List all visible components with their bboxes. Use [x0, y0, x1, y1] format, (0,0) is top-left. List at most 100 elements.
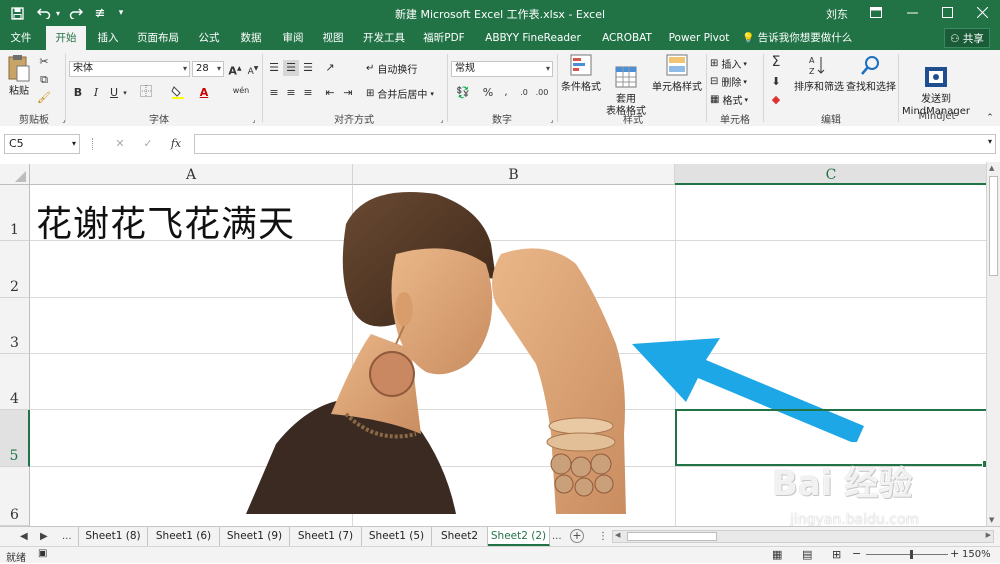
vertical-scrollbar[interactable]: ▲ ▼	[986, 162, 1000, 526]
sheet-tab[interactable]: Sheet1 (7)	[290, 527, 362, 546]
minimize-icon[interactable]	[902, 3, 922, 21]
align-top-icon[interactable]: ☰	[266, 60, 282, 76]
sort-filter-button[interactable]: AZ 排序和筛选	[794, 54, 844, 94]
zoom-slider[interactable]	[866, 550, 948, 559]
accounting-format-icon[interactable]: 💱	[452, 85, 474, 101]
align-bottom-icon[interactable]: ☰	[300, 60, 316, 76]
orientation-icon[interactable]: ↗	[322, 60, 338, 76]
percent-style-button[interactable]: %	[480, 85, 496, 101]
horizontal-scroll-thumb[interactable]	[627, 532, 717, 541]
align-middle-icon[interactable]: ☰	[283, 60, 299, 76]
normal-view-icon[interactable]: ▦	[772, 548, 782, 561]
vertical-scroll-thumb[interactable]	[989, 176, 998, 276]
tab-view[interactable]: 视图	[316, 26, 350, 50]
page-layout-view-icon[interactable]: ▤	[802, 548, 812, 561]
row-header-2[interactable]: 2	[0, 241, 30, 298]
maximize-icon[interactable]	[937, 3, 957, 21]
zoom-slider-thumb[interactable]	[910, 550, 913, 559]
bold-button[interactable]: B	[70, 85, 86, 101]
zoom-out-icon[interactable]: −	[852, 547, 861, 560]
grow-font-icon[interactable]: A▲	[227, 61, 243, 78]
insert-function-button[interactable]: fx	[168, 136, 184, 152]
scroll-tabs-left-icon[interactable]: ◀	[20, 527, 28, 546]
sheet-tab[interactable]: Sheet2	[432, 527, 488, 546]
number-format-combo[interactable]: 常规 ▾	[451, 61, 553, 77]
user-name[interactable]: 刘东	[826, 6, 848, 22]
tab-developer[interactable]: 开发工具	[358, 26, 410, 50]
phonetic-icon[interactable]: wén	[230, 83, 252, 99]
scroll-tabs-right-icon[interactable]: ▶	[40, 527, 48, 546]
tab-acrobat[interactable]: ACROBAT	[598, 26, 656, 50]
cut-icon[interactable]: ✂	[36, 54, 52, 70]
zoom-in-icon[interactable]: +	[950, 547, 959, 560]
tab-home[interactable]: 开始	[46, 26, 86, 51]
autosum-icon[interactable]: Σ	[768, 54, 784, 70]
column-header-a[interactable]: A	[30, 164, 353, 185]
cell-styles-button[interactable]: 单元格样式	[650, 54, 704, 94]
merge-center-button[interactable]: ⊞ 合并后居中 ▾	[366, 86, 434, 101]
zoom-level[interactable]: 150%	[962, 549, 991, 560]
split-handle-icon[interactable]: ⋮	[598, 527, 608, 546]
borders-icon[interactable]	[138, 85, 154, 101]
formula-input[interactable]: ▾	[194, 134, 996, 154]
italic-button[interactable]: I	[88, 85, 104, 101]
tabs-more-right[interactable]: ...	[552, 527, 562, 546]
wrap-text-button[interactable]: ↵ 自动换行	[366, 61, 417, 76]
share-button[interactable]: ⚇ 共享	[944, 28, 990, 48]
cancel-icon[interactable]: ✕	[112, 136, 128, 152]
decrease-decimal-icon[interactable]: .00	[534, 85, 550, 101]
tab-file[interactable]: 文件	[2, 26, 40, 50]
increase-indent-icon[interactable]: ⇥	[340, 85, 356, 101]
clear-icon[interactable]: ◆	[768, 92, 784, 108]
delete-cells-button[interactable]: ⊟ 删除 ▾	[710, 74, 747, 89]
tab-review[interactable]: 审阅	[276, 26, 310, 50]
shrink-font-icon[interactable]: A▼	[245, 61, 261, 77]
sheet-tab[interactable]: Sheet1 (8)	[78, 527, 148, 546]
comma-style-icon[interactable]: ,	[498, 85, 514, 101]
fill-color-icon[interactable]	[170, 85, 186, 101]
insert-cells-button[interactable]: ⊞ 插入 ▾	[710, 56, 747, 71]
enter-icon[interactable]: ✓	[140, 136, 156, 152]
tab-data[interactable]: 数据	[234, 26, 268, 50]
new-sheet-button[interactable]: +	[570, 529, 584, 543]
tab-abbyy[interactable]: ABBYY FineReader 12	[478, 26, 588, 68]
sheet-tab[interactable]: Sheet1 (9)	[220, 527, 290, 546]
column-header-c[interactable]: C	[675, 164, 988, 185]
row-header-5[interactable]: 5	[0, 410, 30, 467]
align-center-icon[interactable]: ≡	[283, 85, 299, 101]
macro-record-icon[interactable]: ▣	[38, 548, 47, 559]
sheet-tab[interactable]: Sheet1 (6)	[148, 527, 220, 546]
column-header-b[interactable]: B	[353, 164, 675, 185]
row-header-3[interactable]: 3	[0, 298, 30, 354]
tab-power-pivot[interactable]: Power Pivot	[664, 26, 734, 50]
fill-icon[interactable]: ⬇	[768, 74, 784, 90]
sheet-tab[interactable]: Sheet1 (5)	[362, 527, 432, 546]
row-header-6[interactable]: 6	[0, 467, 30, 526]
row-header-4[interactable]: 4	[0, 354, 30, 410]
select-all-button[interactable]	[0, 164, 30, 185]
paste-button[interactable]: 粘贴	[4, 54, 34, 98]
close-icon[interactable]	[972, 3, 992, 21]
font-size-combo[interactable]: 28 ▾	[192, 61, 224, 77]
formula-bar-grip[interactable]	[92, 138, 96, 150]
copy-icon[interactable]: ⧉	[36, 72, 52, 88]
underline-dropdown-icon[interactable]: ▾	[120, 85, 130, 101]
align-right-icon[interactable]: ≡	[300, 85, 316, 101]
tab-formulas[interactable]: 公式	[192, 26, 226, 50]
font-name-combo[interactable]: 宋体 ▾	[69, 61, 190, 77]
tab-page-layout[interactable]: 页面布局	[130, 26, 186, 50]
tab-insert[interactable]: 插入	[90, 26, 126, 50]
format-painter-icon[interactable]: 🖌	[36, 90, 52, 106]
tabs-more-left[interactable]: ...	[62, 527, 72, 546]
page-break-preview-icon[interactable]: ⊞	[832, 548, 841, 561]
row-header-1[interactable]: 1	[0, 185, 30, 241]
tab-foxit-pdf[interactable]: 福昕PDF	[418, 26, 470, 50]
format-cells-button[interactable]: ▦ 格式 ▾	[710, 92, 748, 107]
find-select-button[interactable]: 查找和选择	[846, 54, 896, 94]
decrease-indent-icon[interactable]: ⇤	[322, 85, 338, 101]
tell-me-box[interactable]: 💡 告诉我你想要做什么	[742, 26, 862, 50]
inserted-picture[interactable]	[246, 184, 632, 514]
align-left-icon[interactable]: ≡	[266, 85, 282, 101]
ribbon-display-icon[interactable]	[866, 3, 886, 21]
sheet-tab-active[interactable]: Sheet2 (2)	[488, 527, 550, 546]
